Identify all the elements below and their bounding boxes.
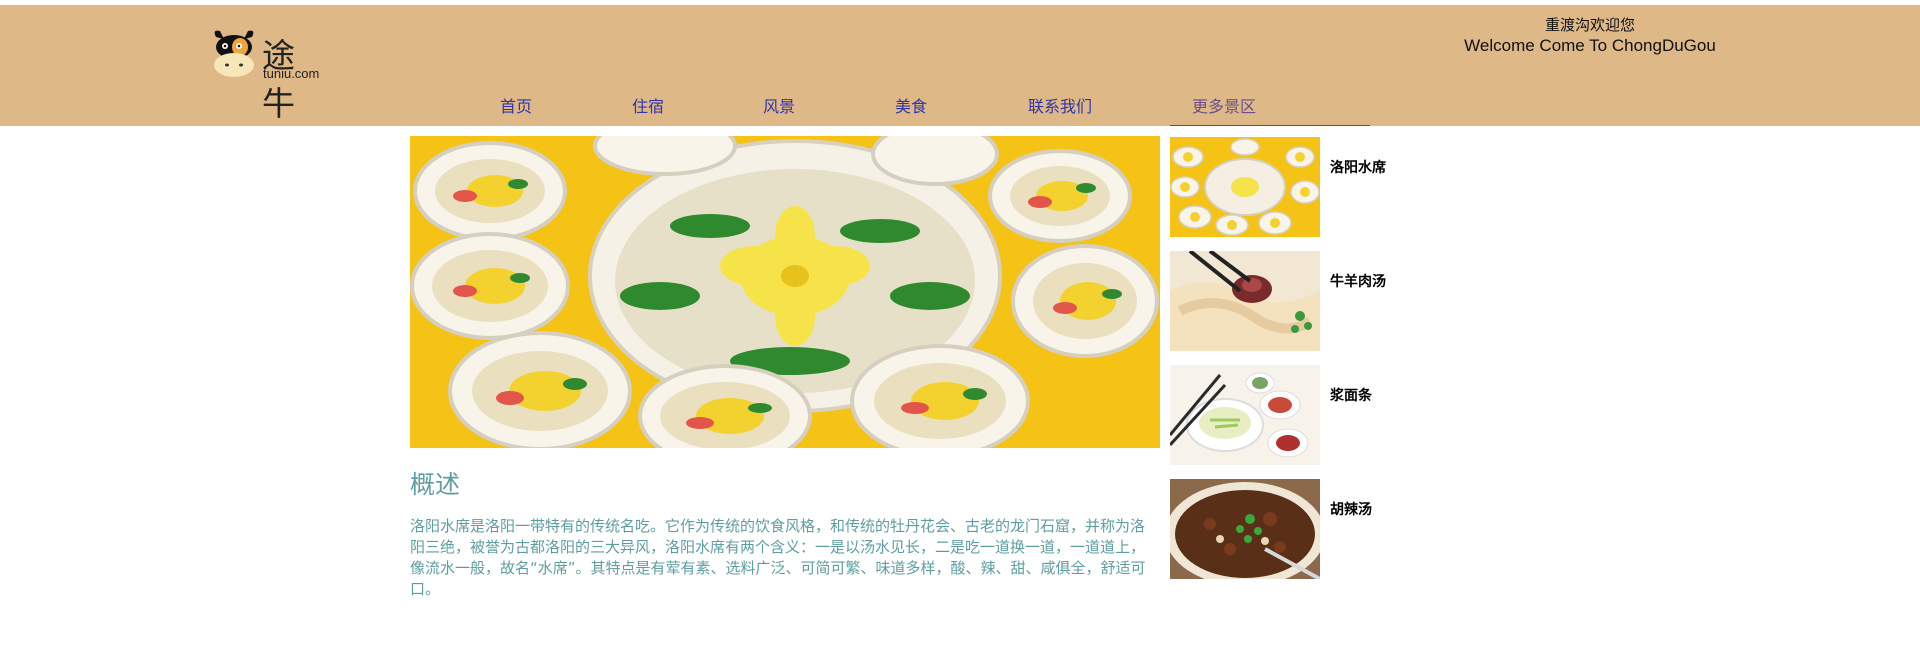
sidebar-item-water-banquet[interactable]: 洛阳水席: [1170, 137, 1400, 237]
sidebar-label: 洛阳水席: [1330, 160, 1386, 176]
nav-item-scenery[interactable]: 风景: [763, 93, 795, 117]
thumb-spicy-soup: [1170, 479, 1320, 579]
sidebar-item-spicy-soup[interactable]: 胡辣汤: [1170, 479, 1400, 579]
nav-item-contact[interactable]: 联系我们: [1028, 93, 1092, 117]
thumb-slurry-noodles: [1170, 365, 1320, 465]
cow-mascot-icon: [214, 30, 254, 77]
sidebar-label: 牛羊肉汤: [1330, 274, 1386, 290]
hero-image-water-banquet: [410, 136, 1160, 448]
site-logo[interactable]: 途牛 tuniu.com: [210, 27, 330, 123]
section-title-overview: 概述: [410, 470, 461, 499]
sidebar-item-beef-mutton-soup[interactable]: 牛羊肉汤: [1170, 251, 1400, 351]
welcome-line-en: Welcome Come To ChongDuGou: [1464, 36, 1716, 55]
section-body-text: 洛阳水席是洛阳一带特有的传统名吃。它作为传统的饮食风格，和传统的牡丹花会、古老的…: [410, 517, 1146, 598]
thumb-beef-mutton-soup: [1170, 251, 1320, 351]
site-header: 途牛 tuniu.com 重渡沟欢迎您 Welcome Come To Chon…: [0, 5, 1920, 126]
main-nav: 首页 住宿 风景 美食 联系我们 更多景区: [0, 93, 1920, 123]
nav-item-more-scenic[interactable]: 更多景区: [1192, 93, 1256, 117]
sidebar-label: 浆面条: [1330, 388, 1372, 404]
logo-brand-en: tuniu.com: [263, 66, 320, 81]
nav-underline: [1170, 125, 1370, 126]
welcome-message: 重渡沟欢迎您 Welcome Come To ChongDuGou: [1390, 15, 1790, 57]
welcome-line-cn: 重渡沟欢迎您: [1544, 16, 1635, 34]
thumb-water-banquet: [1170, 137, 1320, 237]
nav-item-lodging[interactable]: 住宿: [632, 93, 664, 117]
nav-item-home[interactable]: 首页: [500, 93, 532, 117]
sidebar-label: 胡辣汤: [1330, 502, 1372, 518]
sidebar-item-slurry-noodles[interactable]: 浆面条: [1170, 365, 1400, 465]
nav-item-food[interactable]: 美食: [895, 93, 927, 117]
